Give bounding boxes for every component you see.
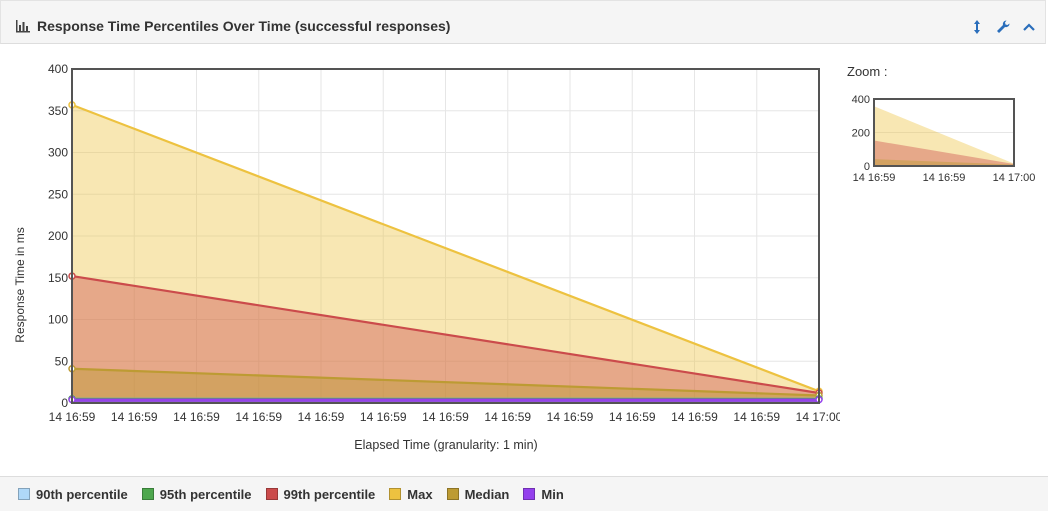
x-tick-label: 14 16:59: [547, 410, 594, 424]
zoom-y-tick-label: 200: [852, 128, 870, 140]
legend-item-99th-percentile[interactable]: 99th percentile: [265, 486, 376, 502]
x-tick-label: 14 16:59: [173, 410, 220, 424]
chevron-up-icon[interactable]: [1021, 19, 1037, 35]
x-tick-label: 14 16:59: [671, 410, 718, 424]
x-tick-label: 14 16:59: [733, 410, 780, 424]
header-tools: [969, 19, 1037, 35]
y-tick-label: 200: [48, 229, 68, 243]
y-tick-label: 300: [48, 146, 68, 160]
legend-label: Max: [407, 486, 433, 502]
x-tick-label: 14 17:00: [796, 410, 840, 424]
zoom-chart[interactable]: Zoom : 0200400 14 16:59 14 16:59 14 17:00: [838, 60, 1043, 190]
legend-swatch: [523, 488, 536, 500]
legend-item-median[interactable]: Median: [446, 486, 510, 502]
zoom-series-areas: [874, 106, 1014, 166]
legend-swatch: [446, 488, 459, 500]
x-tick-label: 14 16:59: [49, 410, 96, 424]
x-tick-label: 14 16:59: [235, 410, 282, 424]
expand-vertical-icon[interactable]: [969, 19, 985, 35]
legend-swatch: [265, 488, 278, 500]
zoom-x-tick-label: 14 16:59: [923, 172, 966, 184]
x-axis-label: Elapsed Time (granularity: 1 min): [354, 438, 537, 452]
wrench-icon[interactable]: [995, 19, 1011, 35]
y-axis-label: Response Time in ms: [13, 227, 27, 342]
x-tick-label: 14 16:59: [422, 410, 469, 424]
legend-label: 90th percentile: [36, 486, 128, 502]
legend-swatch: [141, 488, 154, 500]
y-tick-label: 100: [48, 313, 68, 327]
legend-item-95th-percentile[interactable]: 95th percentile: [141, 486, 252, 502]
x-tick-label: 14 16:59: [111, 410, 158, 424]
zoom-y-tick-labels: 0200400: [852, 94, 870, 173]
y-tick-label: 150: [48, 271, 68, 285]
x-tick-label: 14 16:59: [484, 410, 531, 424]
y-tick-label: 0: [61, 396, 68, 410]
legend-label: 95th percentile: [159, 486, 252, 502]
bar-chart-icon: [15, 19, 31, 33]
zoom-x-tick-labels: 14 16:59 14 16:59 14 17:00: [853, 172, 1036, 184]
legend-label: Median: [464, 486, 510, 502]
panel-header: Response Time Percentiles Over Time (suc…: [0, 0, 1046, 44]
zoom-y-tick-label: 400: [852, 94, 870, 106]
x-tick-label: 14 16:59: [609, 410, 656, 424]
y-tick-label: 400: [48, 62, 68, 76]
y-tick-labels: 0 50 100 150 200 250 300 350 400: [48, 62, 68, 410]
legend: 90th percentile 95th percentile 99th perce…: [0, 476, 1048, 511]
legend-item-max[interactable]: Max: [389, 486, 433, 502]
legend-label: 99th percentile: [283, 486, 376, 502]
y-tick-label: 50: [55, 354, 69, 368]
zoom-label: Zoom :: [847, 64, 887, 79]
legend-label: Min: [541, 486, 564, 502]
panel-title-wrap: Response Time Percentiles Over Time (suc…: [15, 18, 450, 34]
panel-title: Response Time Percentiles Over Time (suc…: [37, 18, 451, 34]
legend-swatch: [18, 488, 30, 500]
zoom-x-tick-label: 14 17:00: [993, 172, 1036, 184]
legend-item-min[interactable]: Min: [523, 486, 564, 502]
y-tick-label: 250: [48, 187, 68, 201]
zoom-x-tick-label: 14 16:59: [853, 172, 896, 184]
legend-item-90th-percentile[interactable]: 90th percentile: [18, 487, 128, 502]
main-chart[interactable]: 050100150200250300350400 14 16:59 14 16:5…: [0, 48, 840, 468]
x-tick-label: 14 16:59: [360, 410, 407, 424]
y-tick-label: 350: [48, 104, 68, 118]
x-tick-label: 14 16:59: [298, 410, 345, 424]
x-tick-labels: 14 16:59 14 16:59 14 16:59 14 16:59 14 16:59…: [49, 410, 840, 424]
legend-swatch: [389, 488, 402, 500]
